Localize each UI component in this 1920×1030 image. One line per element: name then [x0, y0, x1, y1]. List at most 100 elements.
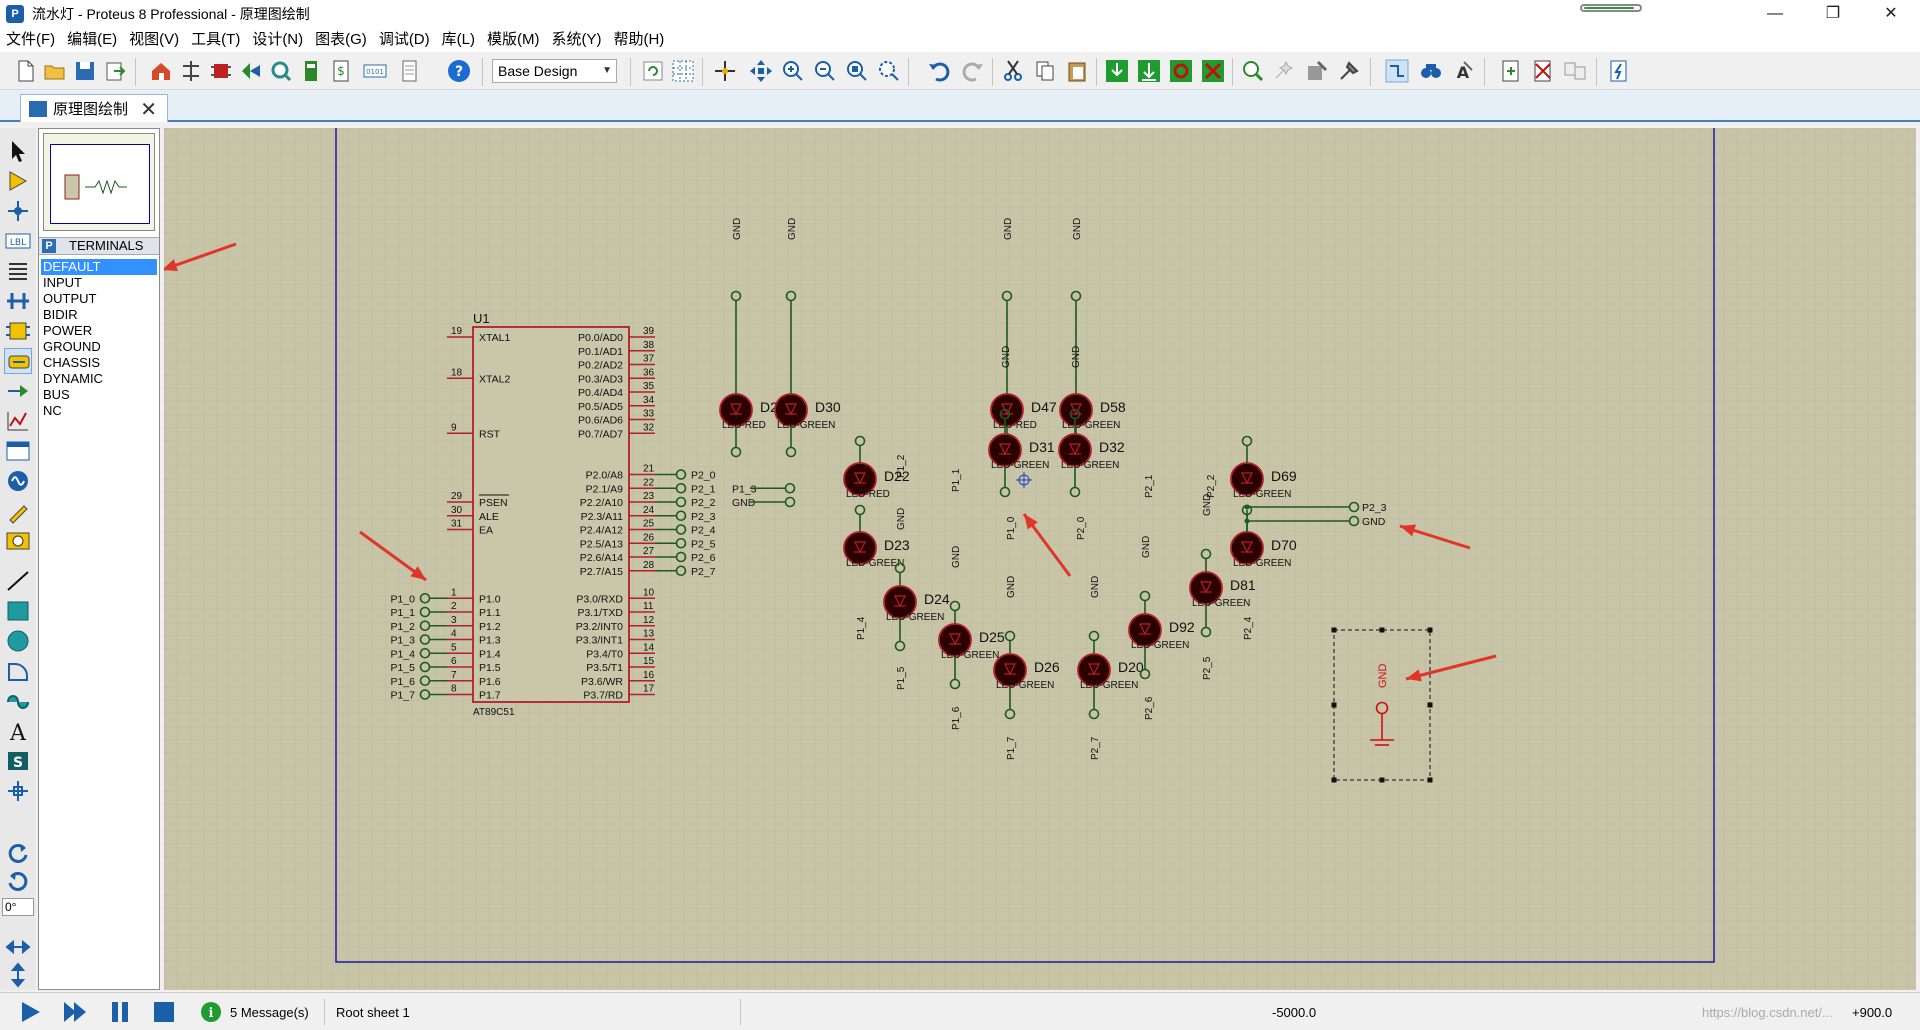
- close-button[interactable]: ✕: [1862, 0, 1920, 28]
- info-icon[interactable]: i: [200, 1001, 222, 1026]
- terminal-item-ground[interactable]: GROUND: [41, 339, 157, 355]
- menu-template[interactable]: 模版(M): [481, 28, 546, 52]
- tape-recorder-icon[interactable]: [4, 438, 32, 464]
- property-assignment-icon[interactable]: A: [1450, 58, 1476, 84]
- component-mode-icon[interactable]: [4, 168, 32, 194]
- 3d-viewer-icon[interactable]: [238, 58, 264, 84]
- save-icon[interactable]: [72, 58, 98, 84]
- generator-mode-icon[interactable]: [4, 468, 32, 494]
- arc-tool-icon[interactable]: [4, 658, 32, 684]
- menu-system[interactable]: 系统(Y): [545, 28, 607, 52]
- play-icon[interactable]: [16, 1000, 44, 1027]
- message-count[interactable]: 5 Message(s): [230, 1005, 309, 1020]
- new-file-icon[interactable]: [12, 58, 38, 84]
- rotation-angle-field[interactable]: 0°: [2, 898, 34, 916]
- stop-icon[interactable]: [150, 1000, 178, 1027]
- menu-library[interactable]: 库(L): [436, 28, 481, 52]
- circle-tool-icon[interactable]: [4, 628, 32, 654]
- subcircuit-icon[interactable]: [4, 318, 32, 344]
- make-device-icon[interactable]: [1272, 58, 1298, 84]
- zoom-all-icon[interactable]: [844, 58, 870, 84]
- selection-handle[interactable]: [1379, 627, 1385, 633]
- gerber-viewer-icon[interactable]: [268, 58, 294, 84]
- symbol-tool-icon[interactable]: S: [4, 748, 32, 774]
- zoom-area-icon[interactable]: [876, 58, 902, 84]
- maximize-button[interactable]: ❐: [1804, 0, 1862, 28]
- exit-to-parent-icon[interactable]: [1562, 58, 1588, 84]
- schematic-sheet[interactable]: U1AT89C5119XTAL118XTAL29RST29PSEN30ALE31…: [164, 128, 1916, 990]
- bill-of-materials-icon[interactable]: $: [328, 58, 354, 84]
- copy-icon[interactable]: [1032, 58, 1058, 84]
- block-copy-icon[interactable]: [1104, 58, 1130, 84]
- zoom-in-icon[interactable]: [780, 58, 806, 84]
- text-tool-icon[interactable]: A: [4, 718, 32, 746]
- grid-toggle-icon[interactable]: [670, 58, 696, 84]
- overview-window[interactable]: [43, 133, 155, 231]
- voltage-probe-icon[interactable]: [4, 498, 32, 524]
- refresh-icon[interactable]: [640, 58, 666, 84]
- block-rotate-icon[interactable]: [1168, 58, 1194, 84]
- decompose-icon[interactable]: [1336, 58, 1362, 84]
- terminal-item-input[interactable]: INPUT: [41, 275, 157, 291]
- help-icon[interactable]: ?: [446, 58, 472, 84]
- open-folder-icon[interactable]: [42, 58, 68, 84]
- schematic-capture-icon[interactable]: [178, 58, 204, 84]
- zoom-out-icon[interactable]: [812, 58, 838, 84]
- tab-close-icon[interactable]: ✕: [140, 97, 157, 122]
- pause-icon[interactable]: [106, 1000, 134, 1027]
- menu-help[interactable]: 帮助(H): [607, 28, 670, 52]
- box-tool-icon[interactable]: [4, 598, 32, 624]
- selection-handle[interactable]: [1331, 702, 1337, 708]
- remove-sheet-icon[interactable]: [1530, 58, 1556, 84]
- paste-icon[interactable]: [1064, 58, 1090, 84]
- selection-handle[interactable]: [1427, 702, 1433, 708]
- step-icon[interactable]: [60, 1000, 88, 1027]
- text-script-icon[interactable]: [4, 258, 32, 284]
- terminal-item-chassis[interactable]: CHASSIS: [41, 355, 157, 371]
- menu-file[interactable]: 文件(F): [0, 28, 61, 52]
- terminal-item-dynamic[interactable]: DYNAMIC: [41, 371, 157, 387]
- design-explorer-icon[interactable]: [298, 58, 324, 84]
- rotate-clockwise-icon[interactable]: [4, 840, 32, 866]
- terminal-item-bus[interactable]: BUS: [41, 387, 157, 403]
- terminal-item-bidir[interactable]: BIDIR: [41, 307, 157, 323]
- marker-tool-icon[interactable]: [4, 778, 32, 804]
- schematic-editing-window[interactable]: U1 AT89C51 19 XTAL1 18 XTAL2 9 RST 29 PSEN 30 ALE 31…: [164, 128, 1916, 990]
- minimize-button[interactable]: —: [1746, 0, 1804, 28]
- block-delete-icon[interactable]: [1200, 58, 1226, 84]
- notes-icon[interactable]: [396, 58, 422, 84]
- selection-handle[interactable]: [1379, 777, 1385, 783]
- terminal-item-nc[interactable]: NC: [41, 403, 157, 419]
- menu-edit[interactable]: 编辑(E): [61, 28, 123, 52]
- menu-graph[interactable]: 图表(G): [309, 28, 373, 52]
- tab-schematic-capture[interactable]: 原理图绘制 ✕: [20, 94, 168, 122]
- bus-icon[interactable]: [4, 288, 32, 314]
- redo-icon[interactable]: [960, 58, 986, 84]
- wire-label-icon[interactable]: LBL: [4, 228, 32, 254]
- path-tool-icon[interactable]: [4, 688, 32, 714]
- pick-device-icon[interactable]: [1240, 58, 1266, 84]
- rotate-anticlockwise-icon[interactable]: [4, 868, 32, 894]
- packaging-tool-icon[interactable]: [1304, 58, 1330, 84]
- selection-handle[interactable]: [1331, 777, 1337, 783]
- terminal-item-power[interactable]: POWER: [41, 323, 157, 339]
- import-icon[interactable]: [102, 58, 128, 84]
- menu-debug[interactable]: 调试(D): [373, 28, 436, 52]
- terminal-item-output[interactable]: OUTPUT: [41, 291, 157, 307]
- selection-handle[interactable]: [1427, 627, 1433, 633]
- electrical-rule-check-icon[interactable]: [1606, 58, 1632, 84]
- block-move-icon[interactable]: [1136, 58, 1162, 84]
- junction-dot-icon[interactable]: [4, 198, 32, 224]
- wire-autorouter-icon[interactable]: [1384, 58, 1410, 84]
- selection-handle[interactable]: [1427, 777, 1433, 783]
- virtual-instruments-icon[interactable]: [4, 528, 32, 554]
- selection-handle[interactable]: [1331, 627, 1337, 633]
- terminals-mode-icon[interactable]: [4, 348, 32, 374]
- search-tag-icon[interactable]: [1418, 58, 1444, 84]
- new-sheet-icon[interactable]: [1498, 58, 1524, 84]
- graph-mode-icon[interactable]: [4, 408, 32, 434]
- pan-icon[interactable]: [748, 58, 774, 84]
- pcb-layout-icon[interactable]: [208, 58, 234, 84]
- origin-icon[interactable]: [712, 58, 738, 84]
- device-pins-icon[interactable]: [4, 378, 32, 404]
